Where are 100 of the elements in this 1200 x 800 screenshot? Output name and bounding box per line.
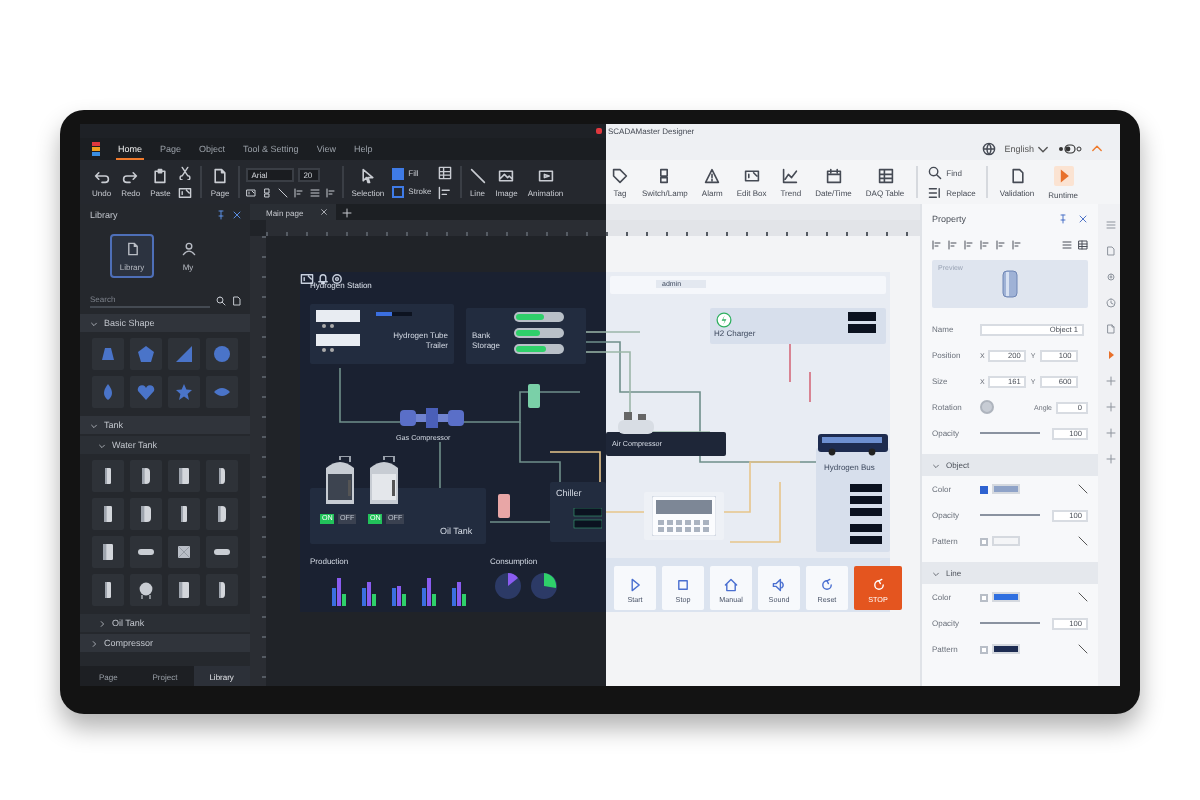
lens-icon[interactable] — [212, 382, 232, 402]
caret-down-icon — [932, 461, 940, 469]
caret-down-icon — [90, 319, 98, 327]
reset-icon — [820, 578, 834, 592]
caret-down-icon — [932, 569, 940, 577]
page-icon — [1105, 324, 1115, 334]
plus-icon — [1105, 454, 1115, 464]
align-middle-icon — [996, 239, 1006, 249]
align-right-icon — [964, 239, 974, 249]
color-swatch[interactable] — [992, 592, 1020, 602]
align-center-icon — [948, 239, 958, 249]
calendar-icon — [825, 167, 842, 183]
eyedropper-icon — [1078, 536, 1088, 546]
play-icon — [1053, 165, 1074, 185]
plus-icon — [1105, 402, 1115, 412]
readout-drawing — [850, 484, 882, 544]
checkbox[interactable] — [980, 645, 988, 653]
play-icon[interactable] — [1105, 350, 1115, 360]
fill-icon — [392, 167, 405, 179]
stroke-icon — [392, 185, 405, 197]
bell-icon — [316, 272, 330, 286]
replace-icon — [928, 185, 943, 199]
eyedropper-icon — [1078, 592, 1088, 602]
align-icon — [325, 187, 336, 197]
caret-right-icon — [98, 619, 106, 627]
caret-down-icon — [90, 421, 98, 429]
eyedropper-icon — [1078, 644, 1088, 654]
tube-trailer-drawing — [316, 308, 364, 358]
tank-icon[interactable] — [136, 504, 156, 524]
chiller-unit-drawing — [652, 496, 716, 536]
oil-tank-drawing — [364, 456, 404, 508]
book-icon — [125, 241, 139, 255]
list-icon — [1105, 220, 1115, 230]
heat-exchanger-drawing — [526, 382, 542, 410]
air-compressor-panel — [606, 432, 726, 456]
tank-icon[interactable] — [212, 504, 232, 524]
checkbox[interactable] — [980, 485, 988, 493]
pin-icon — [1058, 213, 1068, 223]
warning-icon — [704, 167, 721, 183]
gear-icon — [1105, 272, 1115, 282]
cylinder-icon — [1002, 270, 1018, 298]
pentagon-icon[interactable] — [136, 344, 156, 364]
drop-icon[interactable] — [98, 382, 118, 402]
tank-icon[interactable] — [174, 542, 194, 562]
distribute-icon — [1062, 239, 1072, 249]
tank-icon[interactable] — [174, 466, 194, 486]
color-swatch[interactable] — [992, 644, 1020, 654]
scissors-icon — [178, 165, 193, 179]
align-bottom-icon — [1012, 239, 1022, 249]
close-icon — [1078, 213, 1088, 223]
readout-drawing — [570, 508, 602, 532]
search-icon — [216, 295, 226, 305]
align-top-icon — [980, 239, 990, 249]
oil-tank-drawing — [320, 456, 360, 508]
checkbox[interactable] — [980, 593, 988, 601]
gear-icon — [330, 272, 344, 286]
triangle-icon[interactable] — [174, 344, 194, 364]
color-swatch[interactable] — [992, 536, 1020, 546]
tank-icon[interactable] — [174, 580, 194, 600]
trapezoid-icon[interactable] — [98, 344, 118, 364]
caret-up-icon — [1090, 142, 1104, 156]
checkbox[interactable] — [980, 537, 988, 545]
tag-icon — [612, 167, 628, 183]
charging-icon — [716, 312, 732, 328]
align-left-icon — [932, 239, 942, 249]
add-tab-icon — [341, 207, 352, 217]
tank-icon[interactable] — [98, 542, 118, 562]
text-field-icon — [743, 167, 760, 183]
page-icon — [212, 167, 229, 183]
distribute-icon — [1078, 239, 1088, 249]
caret-right-icon — [90, 639, 98, 647]
undo-icon — [93, 167, 110, 183]
app-icon — [596, 128, 602, 134]
close-icon — [232, 209, 242, 219]
color-swatch[interactable] — [992, 484, 1020, 494]
star-icon[interactable] — [174, 382, 194, 402]
pipe-line — [339, 367, 401, 423]
clipboard-icon — [152, 167, 169, 183]
pie-chart-drawing — [530, 572, 558, 600]
film-icon — [537, 167, 554, 183]
heart-icon[interactable] — [136, 382, 156, 402]
speaker-icon — [772, 578, 786, 592]
search-icon — [928, 165, 943, 179]
trend-icon — [782, 167, 799, 183]
user-icon — [181, 241, 195, 255]
lamp-icon — [656, 167, 673, 183]
spherical-tank-icon[interactable] — [136, 580, 156, 600]
eyedropper-icon — [1078, 484, 1088, 494]
power-icon — [871, 578, 885, 592]
arrange-icon — [437, 165, 452, 179]
clock-icon — [1105, 298, 1115, 308]
redo-icon — [122, 167, 139, 183]
document-icon — [1009, 167, 1025, 183]
close-icon — [319, 208, 328, 216]
caret-down-icon — [1036, 142, 1050, 156]
table-icon — [877, 167, 894, 183]
gas-compressor-drawing — [400, 406, 464, 430]
plus-icon — [1105, 428, 1115, 438]
pin-icon — [216, 209, 226, 219]
theme-toggle-icon[interactable] — [1058, 144, 1082, 154]
